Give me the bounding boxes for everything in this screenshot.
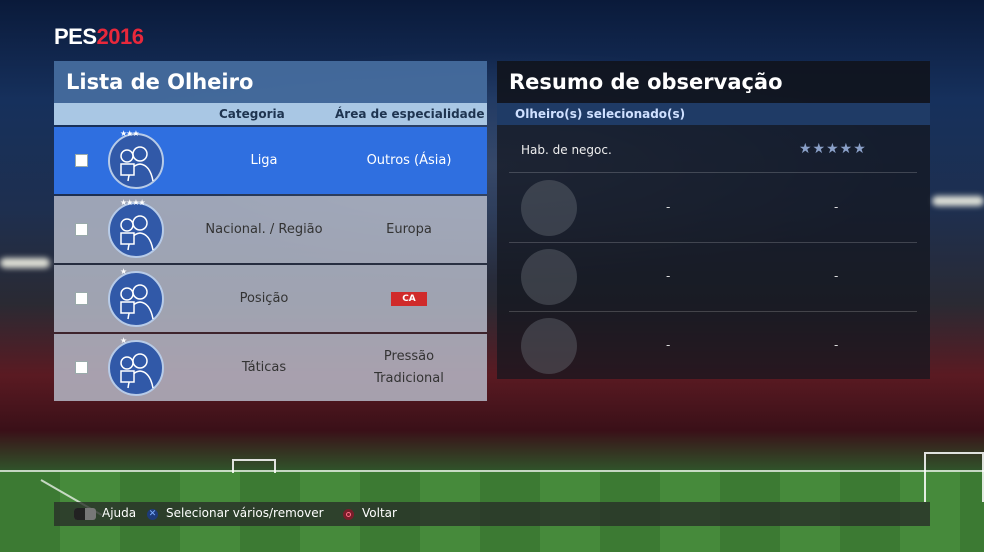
scout-category: Táticas bbox=[241, 359, 287, 375]
column-header: Categoria Área de especialidade bbox=[54, 103, 487, 125]
help-label[interactable]: Ajuda bbox=[102, 506, 136, 520]
logo-year: 2016 bbox=[96, 24, 144, 49]
slot-value: - bbox=[666, 338, 671, 352]
scout-avatar bbox=[108, 340, 164, 396]
scout-row[interactable]: ★ Posição CA bbox=[54, 265, 487, 332]
scout-area: Europa bbox=[386, 221, 432, 237]
scout-area-line: Pressão bbox=[383, 348, 435, 364]
scout-area: CA bbox=[334, 265, 484, 332]
slot-value: - bbox=[834, 338, 839, 352]
pes-logo: PES2016 bbox=[54, 24, 144, 50]
circle-button-icon[interactable] bbox=[343, 509, 354, 520]
scouting-summary-panel: Resumo de observação Olheiro(s) selecion… bbox=[497, 61, 930, 379]
scout-rank-stars: ★ bbox=[120, 267, 127, 276]
stadium-light-right bbox=[932, 196, 984, 206]
scout-avatar bbox=[108, 202, 164, 258]
scout-category: Nacional. / Região bbox=[205, 221, 323, 237]
scout-checkbox[interactable] bbox=[75, 154, 88, 167]
scout-checkbox[interactable] bbox=[75, 292, 88, 305]
column-category: Categoria bbox=[219, 107, 285, 121]
negotiation-stars: ★★★★★ bbox=[799, 141, 867, 157]
column-area: Área de especialidade bbox=[335, 107, 485, 121]
scout-people-icon bbox=[120, 353, 154, 389]
scout-people-icon bbox=[120, 215, 154, 251]
scout-rank-stars: ★ bbox=[120, 336, 127, 345]
negotiation-label: Hab. de negoc. bbox=[521, 143, 612, 157]
slot-value: - bbox=[666, 269, 671, 283]
select-multiple-label[interactable]: Selecionar vários/remover bbox=[166, 506, 324, 520]
scout-avatar bbox=[108, 133, 164, 189]
scout-people-icon bbox=[120, 284, 154, 320]
scout-checkbox[interactable] bbox=[75, 361, 88, 374]
slot-value: - bbox=[834, 269, 839, 283]
scout-slot-avatar bbox=[521, 180, 577, 236]
scout-area: Pressão Tradicional bbox=[334, 334, 484, 401]
controls-footer: Ajuda ✕ Selecionar vários/remover Voltar bbox=[54, 502, 930, 526]
scout-rank-stars: ★★★★ bbox=[120, 198, 146, 207]
scout-row[interactable]: ★ Táticas Pressão Tradicional bbox=[54, 334, 487, 401]
touchpad-button-icon[interactable] bbox=[74, 508, 96, 520]
position-badge: CA bbox=[391, 291, 427, 306]
logo-text: PES bbox=[54, 24, 97, 49]
divider bbox=[509, 311, 917, 312]
stadium-light-left bbox=[0, 258, 50, 268]
scout-list-panel: Lista de Olheiro Categoria Área de espec… bbox=[54, 61, 487, 401]
scout-category: Posição bbox=[239, 290, 289, 306]
divider bbox=[509, 172, 917, 173]
scout-list-title: Lista de Olheiro bbox=[54, 61, 487, 103]
scout-rank-stars: ★★★ bbox=[120, 129, 139, 138]
scout-slot-avatar bbox=[521, 249, 577, 305]
scout-row[interactable]: ★★★ Liga Outros (Ásia) bbox=[54, 127, 487, 194]
slot-value: - bbox=[666, 200, 671, 214]
slot-value: - bbox=[834, 200, 839, 214]
back-label[interactable]: Voltar bbox=[362, 506, 397, 520]
pitch-line bbox=[0, 470, 984, 472]
scout-area-line: Tradicional bbox=[374, 370, 444, 386]
cross-button-icon[interactable]: ✕ bbox=[147, 509, 158, 520]
scout-avatar bbox=[108, 271, 164, 327]
scout-area: Outros (Ásia) bbox=[366, 152, 452, 168]
scout-people-icon bbox=[120, 146, 154, 182]
scout-category: Liga bbox=[250, 152, 278, 168]
goal-right bbox=[924, 452, 984, 502]
selected-scouts-header: Olheiro(s) selecionado(s) bbox=[497, 103, 930, 125]
goal-left bbox=[232, 459, 276, 473]
scout-row[interactable]: ★★★★ Nacional. / Região Europa bbox=[54, 196, 487, 263]
scout-checkbox[interactable] bbox=[75, 223, 88, 236]
divider bbox=[509, 242, 917, 243]
scout-slot-avatar bbox=[521, 318, 577, 374]
scouting-summary-title: Resumo de observação bbox=[497, 61, 930, 103]
